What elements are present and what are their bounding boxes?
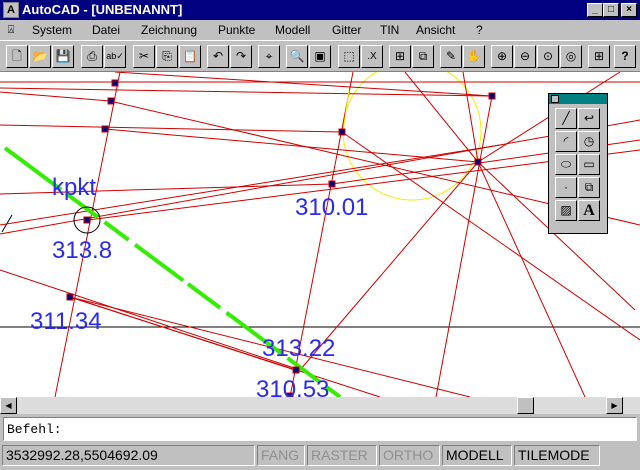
- menu-ansicht[interactable]: Ansicht: [416, 23, 455, 37]
- line-icon[interactable]: ╱: [555, 108, 577, 129]
- palette-close-button[interactable]: [551, 95, 559, 103]
- xref-icon[interactable]: .X: [361, 45, 383, 68]
- scroll-left-button[interactable]: ◀: [0, 397, 17, 414]
- undo-icon[interactable]: ↶: [207, 45, 229, 68]
- help-icon[interactable]: ?: [614, 45, 636, 68]
- new-icon[interactable]: 🗋: [6, 45, 28, 68]
- status-bar: 3532992.28,5504692.09 FANG RASTER ORTHO …: [0, 443, 640, 470]
- maximize-button[interactable]: □: [603, 3, 619, 17]
- zoom-extents-icon[interactable]: ◎: [560, 45, 582, 68]
- redo-icon[interactable]: ↷: [230, 45, 252, 68]
- drawing-canvas[interactable]: kpkt 310.01 313.8 311.34 313.22 310.53: [0, 72, 640, 397]
- label-313-8: 313.8: [52, 237, 113, 264]
- paste-icon[interactable]: 📋: [179, 45, 201, 68]
- command-prompt: Befehl:: [7, 422, 62, 437]
- close-icon: ×: [626, 4, 632, 15]
- text-icon[interactable]: A: [578, 200, 600, 221]
- ellipse-icon[interactable]: ⬭: [555, 154, 577, 175]
- label-310-01: 310.01: [295, 194, 369, 221]
- title-bar: A AutoCAD - [UNBENANNT] _ □ ×: [0, 0, 640, 20]
- window-title: AutoCAD - [UNBENANNT]: [22, 2, 183, 17]
- menu-system[interactable]: System: [32, 23, 72, 37]
- circle-icon[interactable]: ◷: [578, 131, 600, 152]
- print-icon[interactable]: ⎙: [81, 45, 103, 68]
- fang-toggle[interactable]: FANG: [257, 445, 305, 466]
- zoom-out-icon[interactable]: ⊖: [514, 45, 536, 68]
- menu-gitter[interactable]: Gitter: [332, 23, 361, 37]
- modell-toggle[interactable]: MODELL: [442, 445, 512, 466]
- menu-help[interactable]: ?: [476, 23, 483, 37]
- spellcheck-icon[interactable]: ab✓: [104, 45, 126, 68]
- close-button[interactable]: ×: [621, 3, 637, 17]
- menu-bar: ⍓ System Datei Zeichnung Punkte Modell G…: [0, 20, 640, 40]
- menu-datei[interactable]: Datei: [92, 23, 120, 37]
- insert-block-icon[interactable]: ⧉: [578, 177, 600, 198]
- zoom-all-icon[interactable]: ⊙: [537, 45, 559, 68]
- menu-tin[interactable]: TIN: [380, 23, 399, 37]
- draw-palette[interactable]: ╱ ↩ ◜ ◷ ⬭ ▭ · ⧉ ▨ A: [548, 93, 608, 234]
- pencil-icon[interactable]: ✎: [440, 45, 462, 68]
- open-icon[interactable]: 📂: [29, 45, 51, 68]
- zoom-in-icon[interactable]: ⊕: [491, 45, 513, 68]
- pan-icon[interactable]: ✋: [463, 45, 485, 68]
- save-icon[interactable]: 💾: [52, 45, 74, 68]
- tile-icon[interactable]: ⊞: [588, 45, 610, 68]
- menu-punkte[interactable]: Punkte: [218, 23, 255, 37]
- standard-toolbar: 🗋 📂 💾 ⎙ ab✓ ✂ ⎘ 📋 ↶ ↷ ⌖ 🔍 ▣ ⬚ .X ⊞ ⧉ ✎ ✋…: [0, 40, 640, 72]
- minimize-button[interactable]: _: [587, 3, 603, 17]
- hatch-icon[interactable]: ▨: [555, 200, 577, 221]
- coordinate-display: 3532992.28,5504692.09: [2, 445, 255, 466]
- scroll-thumb[interactable]: [517, 397, 534, 414]
- menu-zeichnung[interactable]: Zeichnung: [141, 23, 197, 37]
- horizontal-scrollbar[interactable]: ◀ ▶: [0, 397, 640, 414]
- raster-toggle[interactable]: RASTER: [307, 445, 377, 466]
- palette-header[interactable]: [549, 94, 607, 104]
- arc-icon[interactable]: ◜: [555, 131, 577, 152]
- minimize-icon: _: [592, 4, 598, 15]
- yellow-arc-line: [342, 89, 350, 133]
- cut-icon[interactable]: ✂: [133, 45, 155, 68]
- label-310-53: 310.53: [256, 376, 330, 398]
- point-icon[interactable]: ·: [555, 177, 577, 198]
- command-line[interactable]: Befehl:: [3, 417, 637, 441]
- label-kpkt: kpkt: [52, 174, 97, 201]
- autocad-icon[interactable]: A: [3, 2, 19, 18]
- zoom-window-icon[interactable]: 🔍: [286, 45, 308, 68]
- scroll-left-icon: ◀: [5, 401, 12, 410]
- select-icon[interactable]: ⬚: [338, 45, 360, 68]
- tilemode-toggle[interactable]: TILEMODE: [514, 445, 600, 466]
- label-313-22: 313.22: [262, 335, 336, 362]
- copy-icon[interactable]: ⎘: [156, 45, 178, 68]
- aerial-view-icon[interactable]: ▣: [309, 45, 331, 68]
- block-icon[interactable]: ⊞: [389, 45, 411, 68]
- snap-icon[interactable]: ⌖: [258, 45, 280, 68]
- scroll-right-icon: ▶: [611, 401, 618, 410]
- menu-modell[interactable]: Modell: [275, 23, 310, 37]
- rectangle-icon[interactable]: ▭: [578, 154, 600, 175]
- arc-continue-icon[interactable]: ↩: [578, 108, 600, 129]
- document-icon[interactable]: ⍓: [4, 22, 18, 38]
- layer-icon[interactable]: ⧉: [412, 45, 434, 68]
- ortho-toggle[interactable]: ORTHO: [379, 445, 440, 466]
- maximize-icon: □: [607, 4, 615, 15]
- scroll-right-button[interactable]: ▶: [606, 397, 623, 414]
- label-311-34: 311.34: [30, 308, 102, 335]
